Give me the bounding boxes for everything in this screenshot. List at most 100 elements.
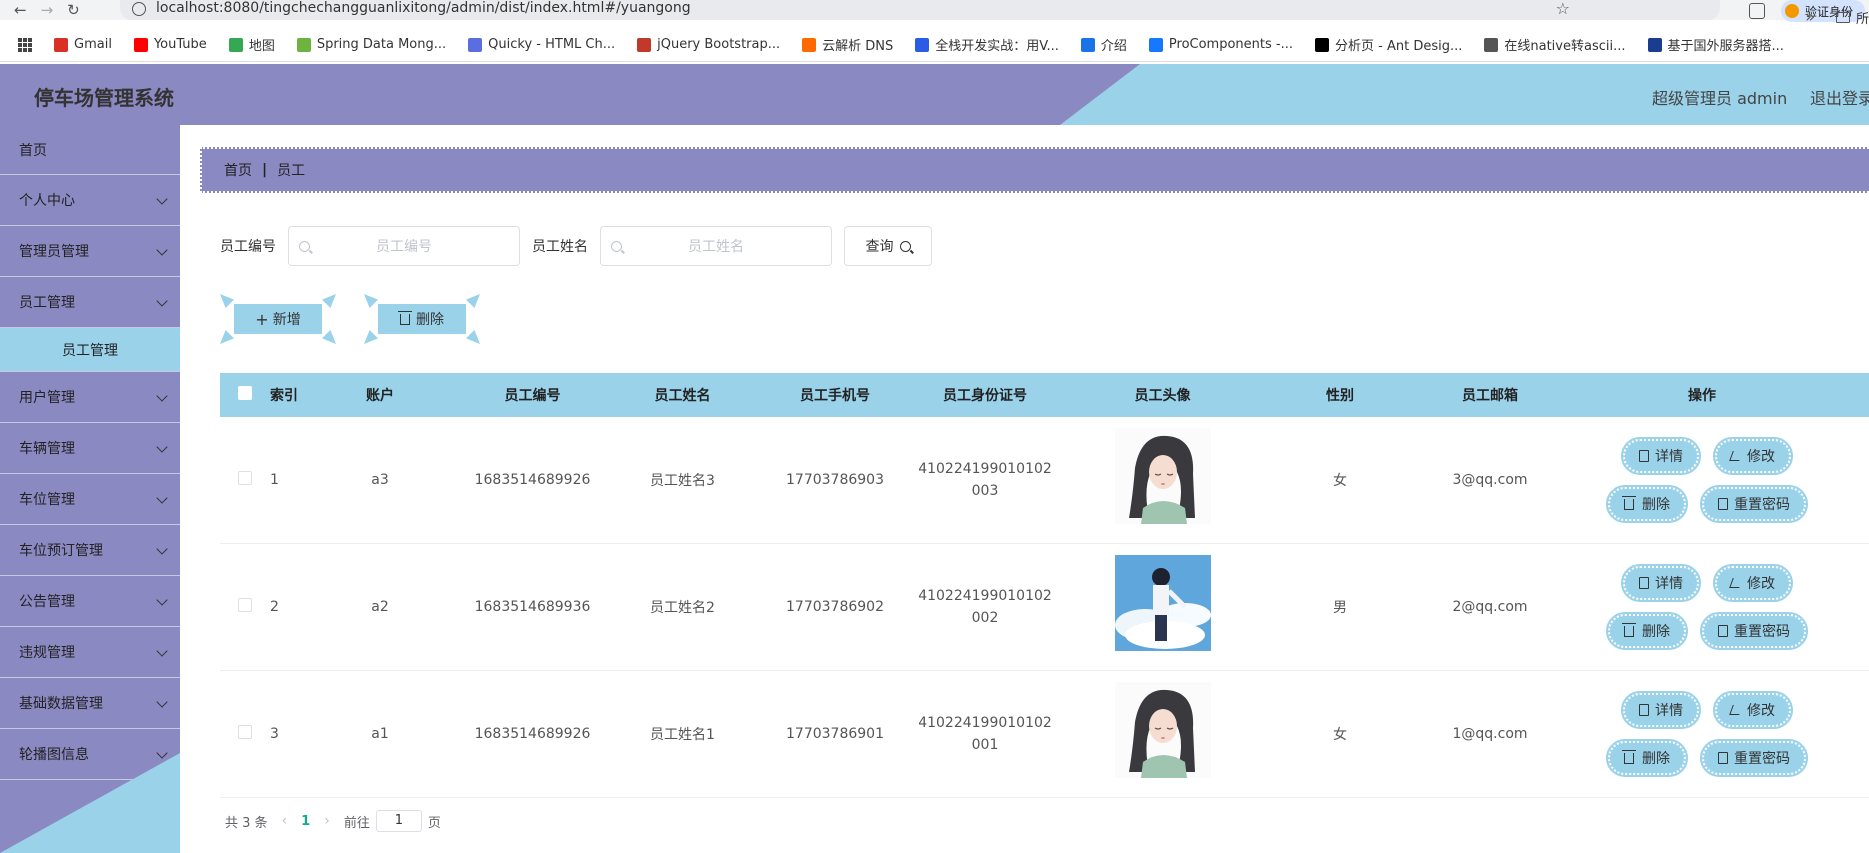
employee-name-label: 员工姓名 xyxy=(532,239,588,255)
pager-goto-input[interactable]: 1 xyxy=(375,810,422,832)
all-bookmarks-folder[interactable]: 所 xyxy=(1835,8,1869,27)
sidebar-item[interactable]: 首页 xyxy=(0,125,180,175)
bookmark-item[interactable]: 云解析 DNS xyxy=(802,35,893,54)
logout-link[interactable]: 退出登录 xyxy=(1810,85,1869,109)
extensions-icon[interactable] xyxy=(1748,3,1765,19)
row-checkbox-cell xyxy=(220,725,270,743)
bookmark-item[interactable]: Spring Data Mong... xyxy=(296,37,446,52)
employee-no-input[interactable]: 员工编号 xyxy=(288,226,520,266)
reload-icon[interactable]: ↻ xyxy=(67,1,80,19)
delete-button[interactable]: 删除 xyxy=(1606,485,1688,523)
bookmark-item[interactable]: 介绍 xyxy=(1080,35,1127,54)
pager-goto-label: 前往 xyxy=(343,815,370,831)
bookmark-item[interactable]: Gmail xyxy=(54,37,112,52)
sidebar-item-label: 首页 xyxy=(19,142,47,159)
row-checkbox[interactable] xyxy=(238,471,252,485)
edit-button[interactable]: 修改 xyxy=(1713,437,1793,475)
delete-button[interactable]: 删除 xyxy=(1606,739,1688,777)
sidebar-item[interactable]: 用户管理 xyxy=(0,372,180,423)
add-label: 新增 xyxy=(272,312,301,328)
sidebar-item[interactable]: 公告管理 xyxy=(0,576,180,627)
reset-password-button[interactable]: 重置密码 xyxy=(1700,739,1808,777)
sidebar-item-label: 车位预订管理 xyxy=(19,543,103,559)
employee-name-placeholder: 员工姓名 xyxy=(688,239,744,255)
document-icon xyxy=(1639,577,1649,589)
bookmark-item[interactable]: 在线native转ascii... xyxy=(1484,35,1626,54)
detail-button[interactable]: 详情 xyxy=(1621,564,1701,602)
site-info-icon[interactable] xyxy=(132,2,146,16)
bookmark-item[interactable]: 地图 xyxy=(228,35,275,54)
detail-button[interactable]: 详情 xyxy=(1621,437,1701,475)
bookmark-star-icon[interactable]: ☆ xyxy=(1556,0,1570,18)
document-icon xyxy=(1718,752,1728,764)
batch-delete-button[interactable]: 删除 xyxy=(364,294,480,344)
cell-email: 3@qq.com xyxy=(1452,472,1528,488)
delete-label: 删除 xyxy=(1642,497,1670,513)
edit-button[interactable]: 修改 xyxy=(1713,564,1793,602)
folder-icon xyxy=(1835,12,1850,23)
bookmark-item[interactable]: 基于国外服务器搭... xyxy=(1647,35,1784,54)
edit-button[interactable]: 修改 xyxy=(1713,691,1793,729)
browser-nav: ← → ↻ xyxy=(0,1,80,19)
bookmark-item[interactable]: ProComponents -... xyxy=(1148,37,1293,52)
sidebar-item-label: 公告管理 xyxy=(19,594,75,610)
bookmark-item[interactable]: Quicky - HTML Ch... xyxy=(468,37,615,52)
sidebar-item[interactable]: 员工管理 xyxy=(0,277,180,328)
query-button[interactable]: 查询 xyxy=(844,226,932,266)
bookmark-label: 基于国外服务器搭... xyxy=(1667,39,1784,54)
cell-index: 3 xyxy=(270,726,279,742)
sidebar-item[interactable]: 违规管理 xyxy=(0,627,180,678)
forward-icon[interactable]: → xyxy=(41,1,54,19)
cell-sex: 男 xyxy=(1333,600,1347,616)
cell-account: a3 xyxy=(371,472,389,488)
chevron-down-icon xyxy=(156,441,168,453)
sidebar-item[interactable]: 车辆管理 xyxy=(0,423,180,474)
bookmark-favicon-icon xyxy=(468,37,483,52)
pager-current-page[interactable]: 1 xyxy=(301,814,310,829)
all-bookmarks-label: 所 xyxy=(1855,12,1869,27)
employee-no-placeholder: 员工编号 xyxy=(376,239,432,255)
address-bar[interactable]: localhost:8080/tingchechangguanlixitong/… xyxy=(120,0,1720,20)
row-checkbox[interactable] xyxy=(238,725,252,739)
sidebar-item[interactable]: 管理员管理 xyxy=(0,226,180,277)
bookmark-label: 介绍 xyxy=(1100,39,1127,54)
breadcrumb-home[interactable]: 首页 xyxy=(224,160,252,180)
search-icon xyxy=(899,240,911,252)
bookmarks-overflow-icon[interactable]: » xyxy=(1805,7,1815,26)
avatar xyxy=(1113,428,1213,528)
cell-employee-name: 员工姓名3 xyxy=(650,473,715,489)
select-all-checkbox[interactable] xyxy=(238,386,252,400)
chevron-down-icon xyxy=(156,594,168,606)
bookmark-item[interactable]: jQuery Bootstrap... xyxy=(637,37,780,52)
sidebar-subitem-employee[interactable]: 员工管理 xyxy=(0,328,180,372)
apps-grid-icon[interactable] xyxy=(18,37,32,52)
bookmark-item[interactable]: 全栈开发实战：用V... xyxy=(915,35,1059,54)
cell-index: 1 xyxy=(270,472,279,488)
delete-label: 删除 xyxy=(1642,751,1670,767)
sidebar-item-label: 轮播图信息 xyxy=(19,747,89,763)
bookmark-label: 全栈开发实战：用V... xyxy=(935,39,1059,54)
sidebar-item[interactable]: 基础数据管理 xyxy=(0,678,180,729)
sidebar-item[interactable]: 个人中心 xyxy=(0,175,180,226)
next-page-icon[interactable]: › xyxy=(324,813,330,829)
cell-id-card: 410224199010102 002 xyxy=(910,585,1060,629)
table-row: 3 a1 1683514689926 员工姓名1 17703786901 41022419… xyxy=(220,671,1869,798)
back-icon[interactable]: ← xyxy=(14,1,27,19)
id-card-line: 410224199010102 xyxy=(918,588,1052,604)
detail-button[interactable]: 详情 xyxy=(1621,691,1701,729)
prev-page-icon[interactable]: ‹ xyxy=(282,813,288,829)
row-checkbox[interactable] xyxy=(238,598,252,612)
reset-password-button[interactable]: 重置密码 xyxy=(1700,485,1808,523)
sidebar-item[interactable]: 车位管理 xyxy=(0,474,180,525)
delete-button[interactable]: 删除 xyxy=(1606,612,1688,650)
bookmark-item[interactable]: 分析页 - Ant Desig... xyxy=(1315,35,1462,54)
bookmark-item[interactable]: YouTube xyxy=(133,37,207,52)
employee-name-input[interactable]: 员工姓名 xyxy=(600,226,832,266)
add-button[interactable]: + 新增 xyxy=(220,294,336,344)
trash-icon xyxy=(1622,622,1636,637)
app-title: 停车场管理系统 xyxy=(34,86,174,110)
cell-avatar xyxy=(1060,682,1265,786)
sidebar-item[interactable]: 车位预订管理 xyxy=(0,525,180,576)
cell-employee-no: 1683514689926 xyxy=(474,472,591,488)
reset-password-button[interactable]: 重置密码 xyxy=(1700,612,1808,650)
